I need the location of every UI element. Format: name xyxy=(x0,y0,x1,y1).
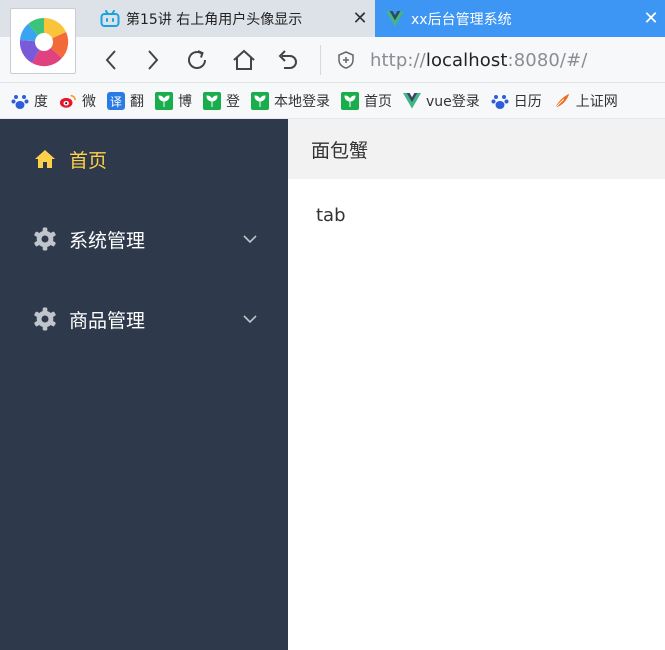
bookmarks-bar: 度 微 译 翻 博 登 本地登录 首页 vue登录 日历 上证网 xyxy=(0,83,665,119)
undo-icon xyxy=(278,50,297,69)
feather-icon xyxy=(553,92,571,110)
vue-icon xyxy=(385,9,405,29)
url-scheme: http:// xyxy=(370,49,426,71)
tab-title: 第15讲 右上角用户头像显示 xyxy=(126,11,303,28)
bookmark-label: 日历 xyxy=(513,93,542,110)
shield-icon xyxy=(338,51,354,69)
header: 面包蟹 xyxy=(288,119,665,179)
bookmark-item[interactable]: 译 翻 xyxy=(107,91,144,111)
translate-icon: 译 xyxy=(107,91,125,110)
home-button[interactable] xyxy=(231,47,257,73)
sidebar-item-product-management[interactable]: 商品管理 xyxy=(0,279,288,359)
bookmark-item[interactable]: 上证网 xyxy=(553,91,618,111)
bookmark-label: 上证网 xyxy=(575,93,618,110)
sidebar: 首页 系统管理 商品管理 xyxy=(0,119,288,650)
browser-tab-inactive[interactable]: 第15讲 右上角用户头像显示 ✕ xyxy=(90,0,374,37)
gear-icon xyxy=(33,227,57,251)
sprout-icon xyxy=(203,91,221,110)
bookmark-label: vue登录 xyxy=(426,93,480,110)
browser-logo-icon xyxy=(19,17,69,67)
sprout-icon xyxy=(251,91,269,110)
sidebar-item-label: 系统管理 xyxy=(69,229,146,252)
bookmark-label: 度 xyxy=(34,93,48,110)
bookmark-label: 翻 xyxy=(130,93,144,110)
sidebar-item-home[interactable]: 首页 xyxy=(0,119,288,199)
svg-text:译: 译 xyxy=(110,95,122,109)
reload-icon xyxy=(188,50,206,69)
breadcrumb: 面包蟹 xyxy=(311,139,369,162)
browser-tab-strip: 第15讲 右上角用户头像显示 ✕ xx后台管理系统 ✕ xyxy=(0,0,665,74)
main-content: 面包蟹 tab xyxy=(288,119,665,650)
tab-title: xx后台管理系统 xyxy=(411,11,512,28)
sprout-icon xyxy=(155,91,173,110)
content-tab-text: tab xyxy=(316,205,346,226)
chevron-down-icon xyxy=(242,235,258,243)
reload-button[interactable] xyxy=(184,47,210,73)
bookmark-item[interactable]: 首页 xyxy=(341,91,392,111)
bookmark-item[interactable]: 度 xyxy=(11,91,48,111)
bookmark-label: 本地登录 xyxy=(274,93,330,110)
back-icon xyxy=(105,50,116,70)
baidu-icon xyxy=(491,92,509,110)
bookmark-item[interactable]: 登 xyxy=(203,91,240,111)
baidu-icon xyxy=(11,92,29,110)
bookmark-label: 登 xyxy=(226,93,240,110)
bookmark-label: 首页 xyxy=(364,93,392,110)
bookmark-item[interactable]: 博 xyxy=(155,91,192,111)
url-host: localhost xyxy=(425,49,508,71)
browser-navbar: http://localhost:8080/#/ xyxy=(0,37,665,83)
browser-logo[interactable] xyxy=(10,8,76,74)
gear-icon xyxy=(33,307,57,331)
home-icon xyxy=(233,49,255,70)
weibo-icon xyxy=(59,92,77,110)
forward-icon xyxy=(148,50,159,70)
bookmark-label: 微 xyxy=(82,93,96,110)
chevron-down-icon xyxy=(242,315,258,323)
url-path: :8080/#/ xyxy=(507,49,588,71)
bookmark-item[interactable]: 日历 xyxy=(491,91,542,111)
url-text[interactable]: http://localhost:8080/#/ xyxy=(370,50,587,71)
back-button[interactable] xyxy=(98,47,124,73)
bookmark-item[interactable]: 微 xyxy=(59,91,96,111)
forward-button[interactable] xyxy=(140,47,166,73)
bookmark-label: 博 xyxy=(178,93,192,110)
bookmark-item[interactable]: 本地登录 xyxy=(251,91,330,111)
bookmark-item[interactable]: vue登录 xyxy=(403,91,480,111)
vue-icon xyxy=(403,92,421,110)
sidebar-item-label: 商品管理 xyxy=(69,309,146,332)
close-icon[interactable]: ✕ xyxy=(637,9,665,28)
navbar-divider xyxy=(320,45,321,75)
app-container: 首页 系统管理 商品管理 面包蟹 tab xyxy=(0,119,665,650)
bilibili-icon xyxy=(100,9,120,29)
close-icon[interactable]: ✕ xyxy=(346,9,374,28)
browser-tab-active[interactable]: xx后台管理系统 ✕ xyxy=(375,0,665,37)
sidebar-item-label: 首页 xyxy=(69,149,108,172)
address-bar[interactable]: http://localhost:8080/#/ xyxy=(336,47,587,73)
home-icon xyxy=(33,147,57,171)
undo-button[interactable] xyxy=(275,47,301,73)
sprout-icon xyxy=(341,91,359,110)
sidebar-item-system-management[interactable]: 系统管理 xyxy=(0,199,288,279)
